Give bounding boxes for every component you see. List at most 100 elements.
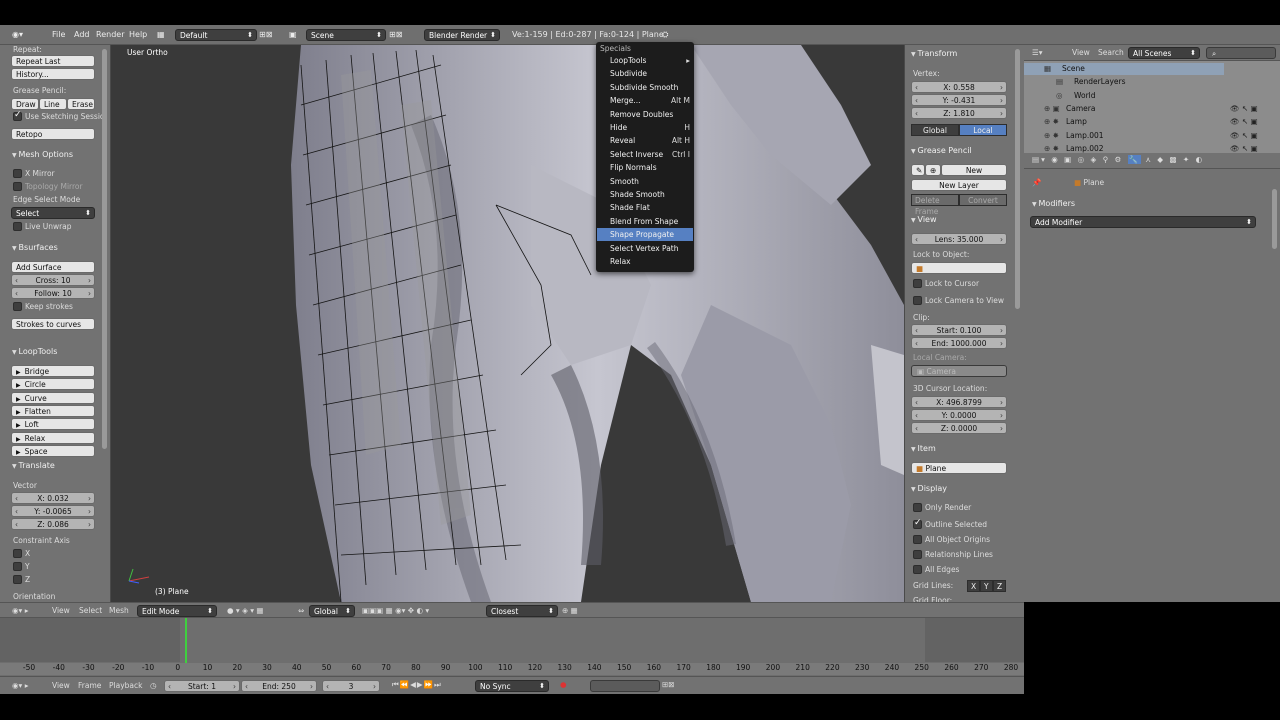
gp-line-button[interactable]: Line <box>39 98 67 110</box>
timeline-editor-icon[interactable]: ◉▾ ▸ <box>12 681 28 690</box>
all-edges-checkbox[interactable] <box>913 565 922 574</box>
properties-tabs[interactable]: ▤▾ ◉ ▣ ◎ ◈ ⚲ ⚙ 🔧 ⋏ ◆ ▩ ✦ ◐ <box>1032 155 1204 164</box>
constraint-x-checkbox[interactable] <box>13 549 22 558</box>
outliner-item-lamp-002[interactable]: Lamp.002 <box>1066 144 1104 153</box>
history-button[interactable]: History... <box>11 68 95 80</box>
timeline-area[interactable]: -50 -40 -30 -20 -10 0 10 20 30 40 50 60 70 80 90 100 110… <box>0 618 1024 676</box>
gp-erase-button[interactable]: Erase <box>67 98 95 110</box>
bsurfaces-header[interactable]: Bsurfaces <box>12 243 58 252</box>
outliner-item-camera[interactable]: Camera <box>1066 104 1095 113</box>
select-mode-icons[interactable]: ▣▣▣ ▦ ◉▾ ✥ ◐ ▾ <box>362 606 429 615</box>
add-modifier-select[interactable]: Add Modifier <box>1030 216 1256 228</box>
menu-item-subdivide[interactable]: Subdivide <box>610 67 647 80</box>
vertex-z-field[interactable]: Z: 1.810 <box>911 107 1007 119</box>
display-header[interactable]: Display <box>911 484 948 493</box>
strokes-to-curves-button[interactable]: Strokes to curves <box>11 318 95 330</box>
timeline-playback-menu[interactable]: Playback <box>109 681 142 690</box>
menu-item-reveal[interactable]: Reveal <box>610 134 635 147</box>
outliner-item-lamp-001[interactable]: Lamp.001 <box>1066 131 1104 140</box>
vector-z-field[interactable]: Z: 0.086 <box>11 518 95 530</box>
relationship-lines-checkbox[interactable] <box>913 550 922 559</box>
live-unwrap-checkbox[interactable] <box>13 222 22 231</box>
vertex-y-field[interactable]: Y: -0.431 <box>911 94 1007 106</box>
global-toggle[interactable]: Global <box>911 124 959 136</box>
looptools-header[interactable]: LoopTools <box>12 347 58 356</box>
lens-field[interactable]: Lens: 35.000 <box>911 233 1007 245</box>
outliner-item-world[interactable]: World <box>1074 91 1096 100</box>
vertex-x-field[interactable]: X: 0.558 <box>911 81 1007 93</box>
looptools-relax-button[interactable]: Relax <box>11 431 95 444</box>
visibility-icons[interactable]: 👁 ↖ ▣ <box>1230 117 1258 126</box>
lock-to-object-field[interactable]: ■ <box>911 262 1007 274</box>
viewport-mesh-menu[interactable]: Mesh <box>109 606 129 615</box>
properties-scrollbar[interactable] <box>1272 189 1277 249</box>
grease-pencil-header[interactable]: Grease Pencil <box>911 146 972 155</box>
looptools-flatten-button[interactable]: Flatten <box>11 404 95 417</box>
clip-end-field[interactable]: End: 1000.000 <box>911 337 1007 349</box>
menu-item-hide[interactable]: Hide <box>610 121 627 134</box>
only-render-checkbox[interactable] <box>913 503 922 512</box>
snap-select[interactable]: Closest <box>486 605 558 617</box>
orientation-select[interactable]: Global <box>309 605 355 617</box>
viewport-editor-icon[interactable]: ◉▾ ▸ <box>12 606 28 615</box>
preview-range-icon[interactable]: ◷ <box>150 681 157 690</box>
manipulator-icon[interactable]: ⇔ <box>298 606 304 615</box>
playback-controls-icon[interactable]: ⏮⏪◀▶⏩⏭ <box>392 680 442 690</box>
menu-item-merge[interactable]: Merge... <box>610 94 641 107</box>
vector-y-field[interactable]: Y: -0.0065 <box>11 505 95 517</box>
menu-render[interactable]: Render <box>96 25 124 45</box>
vector-x-field[interactable]: X: 0.032 <box>11 492 95 504</box>
menu-add[interactable]: Add <box>74 25 90 45</box>
mesh-options-header[interactable]: Mesh Options <box>12 150 73 159</box>
cursor-z-field[interactable]: Z: 0.0000 <box>911 422 1007 434</box>
visibility-icons[interactable]: 👁 ↖ ▣ <box>1230 131 1258 140</box>
timeline-view-menu[interactable]: View <box>52 681 70 690</box>
sync-select[interactable]: No Sync <box>475 680 549 692</box>
end-frame-field[interactable]: End: 250 <box>241 680 317 692</box>
grid-y-toggle[interactable]: Y <box>980 580 993 592</box>
menu-item-remove-doubles[interactable]: Remove Doubles <box>610 108 673 121</box>
menu-item-shade-smooth[interactable]: Shade Smooth <box>610 188 665 201</box>
screen-layout-select[interactable]: Default <box>175 29 257 41</box>
clip-start-field[interactable]: Start: 0.100 <box>911 324 1007 336</box>
use-sketching-checkbox[interactable] <box>13 110 22 121</box>
toolshelf-scrollbar[interactable] <box>102 49 107 449</box>
layout-icon[interactable]: ▦ <box>157 25 165 45</box>
3d-viewport[interactable]: User Ortho (3) Plane <box>111 45 904 602</box>
keying-set-field[interactable] <box>590 680 660 692</box>
scene-select[interactable]: Scene <box>306 29 386 41</box>
keep-strokes-checkbox[interactable] <box>13 302 22 311</box>
constraint-y-checkbox[interactable] <box>13 562 22 571</box>
menu-item-looptools[interactable]: LoopTools <box>610 54 646 67</box>
outliner-item-renderlayers[interactable]: RenderLayers <box>1074 77 1126 86</box>
new-layer-button[interactable]: New Layer <box>911 179 1007 191</box>
record-icon[interactable]: ● <box>560 680 567 689</box>
outliner-search-menu[interactable]: Search <box>1098 48 1124 57</box>
outliner-item-scene[interactable]: Scene <box>1062 64 1085 73</box>
follow-field[interactable]: Follow: 10 <box>11 287 95 299</box>
menu-item-smooth[interactable]: Smooth <box>610 175 639 188</box>
cursor-x-field[interactable]: X: 496.8799 <box>911 396 1007 408</box>
looptools-curve-button[interactable]: Curve <box>11 391 95 404</box>
timeline-frame-menu[interactable]: Frame <box>78 681 101 690</box>
menu-item-relax[interactable]: Relax <box>610 255 631 268</box>
cross-field[interactable]: Cross: 10 <box>11 274 95 286</box>
outliner-item-lamp[interactable]: Lamp <box>1066 117 1087 126</box>
viewport-view-menu[interactable]: View <box>52 606 70 615</box>
start-frame-field[interactable]: Start: 1 <box>164 680 240 692</box>
gp-pencil-icon[interactable]: ✎ <box>911 164 925 176</box>
visibility-icons[interactable]: 👁 ↖ ▣ <box>1230 104 1258 113</box>
edge-select-mode-select[interactable]: Select <box>11 207 95 219</box>
menu-item-select-vertex-path[interactable]: Select Vertex Path <box>610 242 679 255</box>
n-panel-scrollbar[interactable] <box>1015 49 1020 309</box>
looptools-loft-button[interactable]: Loft <box>11 418 95 431</box>
outliner-editor-icon[interactable]: ☰▾ <box>1032 48 1043 57</box>
outliner-view-menu[interactable]: View <box>1072 48 1090 57</box>
lock-to-cursor-checkbox[interactable] <box>913 279 922 288</box>
topology-mirror-checkbox[interactable] <box>13 182 22 191</box>
looptools-bridge-button[interactable]: Bridge <box>11 365 95 377</box>
repeat-last-button[interactable]: Repeat Last <box>11 55 95 67</box>
menu-item-select-inverse[interactable]: Select Inverse <box>610 148 663 161</box>
layout-add-remove[interactable]: ⊞⊠ <box>259 25 272 45</box>
menu-item-subdivide-smooth[interactable]: Subdivide Smooth <box>610 81 678 94</box>
